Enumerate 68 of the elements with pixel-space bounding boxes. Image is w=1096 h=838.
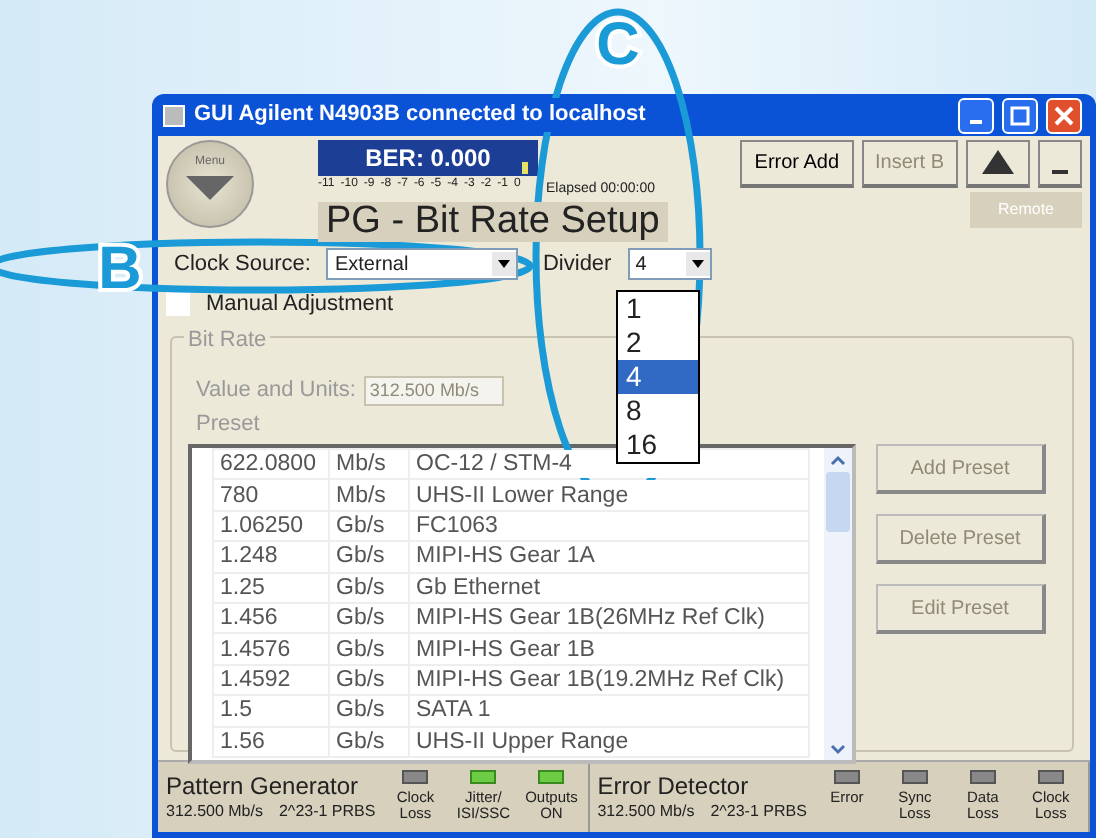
field-label: Preset [194, 411, 260, 435]
table-cell: Mb/s [329, 479, 409, 511]
field-label: Value and Units: [196, 376, 356, 406]
table-cell: 1.248 [213, 541, 329, 573]
dropdown-option[interactable]: 8 [618, 394, 698, 428]
field-label: Clock Source: [174, 250, 311, 280]
table-cell: MIPI-HS Gear 1B(19.2MHz Ref Clk) [409, 664, 809, 696]
down-arrow-icon [186, 176, 234, 200]
app-icon [162, 103, 186, 127]
warning-button[interactable] [966, 140, 1030, 188]
bit-rate-text: 312.500 Mb/s [597, 799, 695, 823]
callout-letter: C [596, 12, 640, 78]
table-cell: Gb/s [329, 602, 409, 634]
toolbar-button[interactable]: Error Add [740, 140, 854, 188]
table-cell: Gb Ethernet [409, 572, 809, 603]
table-cell: 1.5 [213, 695, 329, 727]
close-icon [1054, 105, 1074, 125]
table-cell: SATA 1 [409, 695, 809, 727]
dropdown-option[interactable]: 1 [618, 292, 698, 326]
table-cell: 1.06250 [213, 510, 329, 542]
table-cell: Gb/s [329, 695, 409, 727]
table-cell: Gb/s [329, 510, 409, 542]
ber-display: BER: 0.000 [318, 140, 538, 176]
warning-icon [980, 148, 1016, 177]
table-cell: MIPI-HS Gear 1B [409, 633, 809, 665]
maximize-button[interactable] [1002, 97, 1038, 133]
table-cell: Gb/s [329, 572, 409, 603]
caret-icon [691, 260, 704, 269]
checkbox-label: Manual Adjustment [206, 289, 394, 319]
dropdown-option[interactable]: 2 [618, 326, 698, 360]
caret-icon [498, 260, 511, 269]
page-title: PG - Bit Rate Setup [318, 201, 668, 241]
table-cell: 1.4576 [213, 633, 329, 665]
table-cell: Gb/s [329, 541, 409, 573]
pattern-text: 2^23-1 PRBS [710, 799, 807, 823]
scroll-thumb[interactable] [826, 472, 850, 532]
table-cell: 1.4592 [213, 664, 329, 696]
table-cell: 1.25 [213, 572, 329, 603]
bit-rate-text: 312.500 Mb/s [166, 799, 263, 823]
dropdown-option[interactable]: 4 [618, 360, 698, 394]
remote-indicator: Remote [969, 192, 1082, 228]
table-cell: 780 [213, 479, 329, 511]
close-button[interactable] [1046, 97, 1082, 133]
panel-title: Error Detector [597, 771, 751, 799]
maximize-icon [1010, 105, 1030, 125]
window-title: GUI Agilent N4903B connected to localhost [194, 98, 646, 132]
minimize-button[interactable] [958, 97, 994, 133]
table-cell: Gb/s [329, 726, 409, 757]
table-cell: Gb/s [329, 664, 409, 696]
table-cell: Mb/s [329, 449, 409, 480]
table-cell: Gb/s [329, 633, 409, 665]
table-cell: 1.56 [213, 726, 329, 757]
minimize-panel-button[interactable] [1038, 140, 1082, 188]
scrollbar[interactable] [824, 448, 852, 760]
table-cell: 622.0800 [213, 449, 329, 480]
table-cell: FC1063 [409, 510, 809, 542]
clock-source-select[interactable]: External [326, 248, 519, 281]
table-cell: 1.456 [213, 602, 329, 634]
divider-select[interactable]: 4 [627, 248, 712, 281]
pattern-text: 2^23-1 PRBS [278, 799, 376, 823]
table-cell: UHS-II Lower Range [409, 479, 809, 511]
minimize-icon [970, 119, 982, 123]
panel-title: Pattern Generator [166, 771, 361, 799]
checkbox[interactable] [166, 291, 190, 316]
minimize-icon [1052, 169, 1068, 173]
table-cell: MIPI-HS Gear 1A [409, 541, 809, 573]
table-cell: UHS-II Upper Range [409, 726, 809, 757]
table-cell: MIPI-HS Gear 1B(26MHz Ref Clk) [409, 602, 809, 634]
